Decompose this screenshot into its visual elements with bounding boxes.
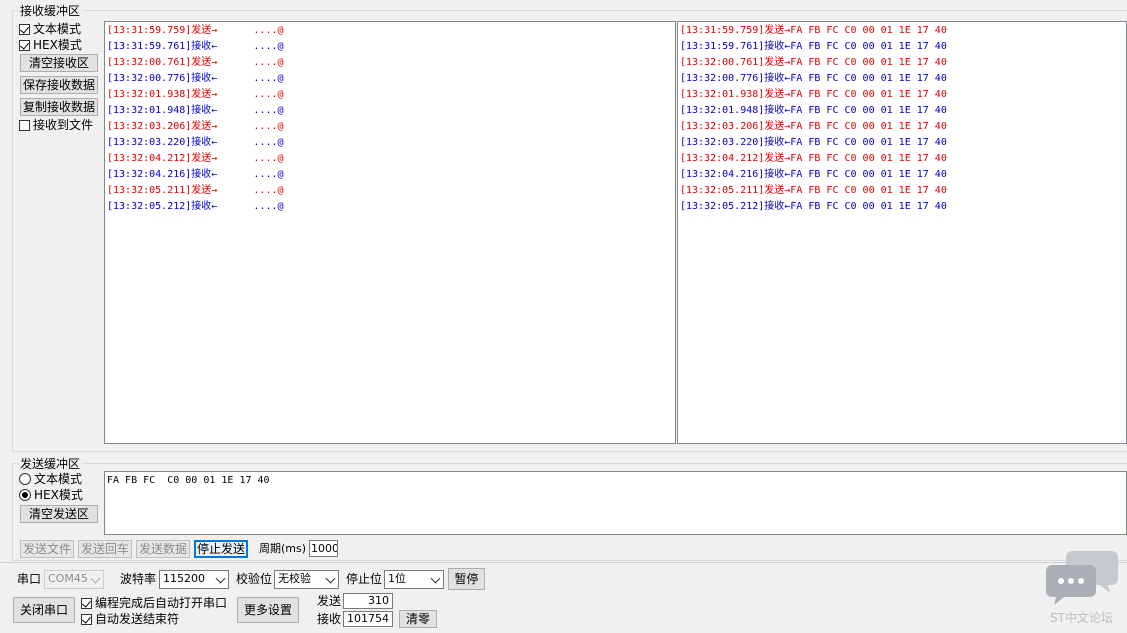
receive-hex-log-line: [13:32:01.948]接收←FA FB FC C0 00 01 1E 17… xyxy=(680,105,947,116)
send-input-area[interactable]: FA FB FC C0 00 01 1E 17 40 xyxy=(104,471,1127,535)
more-settings-button[interactable]: 更多设置 xyxy=(237,597,299,623)
receive-hex-mode-label: HEX模式 xyxy=(33,38,82,52)
auto-end-checkbox[interactable]: 自动发送结束符 xyxy=(81,612,179,626)
receive-buffer-title: 接收缓冲区 xyxy=(18,4,83,18)
receive-to-file-checkbox[interactable]: 接收到文件 xyxy=(19,118,93,132)
checkbox-checked-icon xyxy=(19,23,30,35)
clear-count-button[interactable]: 清零 xyxy=(399,610,437,628)
receive-to-file-label: 接收到文件 xyxy=(33,118,94,132)
send-text-mode-radio[interactable]: 文本模式 xyxy=(19,472,82,486)
save-receive-data-button[interactable]: 保存接收数据 xyxy=(20,76,98,94)
receive-text-log-line: [13:32:00.761]发送→ ....@ xyxy=(107,57,284,68)
recv-count: 101754 xyxy=(343,611,393,627)
receive-text-log-line: [13:32:01.948]接收← ....@ xyxy=(107,105,284,116)
auto-open-checkbox[interactable]: 编程完成后自动打开串口 xyxy=(81,596,227,610)
parity-select[interactable]: 无校验 xyxy=(274,570,339,589)
receive-hex-log-line: [13:32:00.761]发送→FA FB FC C0 00 01 1E 17… xyxy=(680,57,947,68)
receive-hex-log-line: [13:32:03.220]接收←FA FB FC C0 00 01 1E 17… xyxy=(680,137,947,148)
receive-hex-log-line: [13:32:00.776]接收←FA FB FC C0 00 01 1E 17… xyxy=(680,73,947,84)
clear-receive-button[interactable]: 清空接收区 xyxy=(20,54,98,72)
receive-hex-log-line: [13:32:01.938]发送→FA FB FC C0 00 01 1E 17… xyxy=(680,89,947,100)
receive-hex-log-line: [13:32:05.212]接收←FA FB FC C0 00 01 1E 17… xyxy=(680,201,947,212)
auto-open-label: 编程完成后自动打开串口 xyxy=(95,596,228,610)
baud-label: 波特率 xyxy=(120,572,157,586)
port-label: 串口 xyxy=(17,572,42,586)
receive-hex-log-line: [13:31:59.761]接收←FA FB FC C0 00 01 1E 17… xyxy=(680,41,947,52)
receive-text-pane[interactable]: [13:31:59.759]发送→ ....@ [13:31:59.761]接收←… xyxy=(104,21,676,444)
stopbits-value: 1位 xyxy=(388,572,406,585)
receive-hex-pane[interactable]: [13:31:59.759]发送→FA FB FC C0 00 01 1E 17… xyxy=(677,21,1127,444)
send-input-content: FA FB FC C0 00 01 1E 17 40 xyxy=(107,475,270,486)
chevron-down-icon xyxy=(215,573,226,584)
checkbox-checked-icon xyxy=(81,613,92,625)
checkbox-checked-icon xyxy=(81,597,92,609)
chevron-down-icon xyxy=(90,573,101,584)
send-hex-mode-radio[interactable]: HEX模式 xyxy=(19,488,83,502)
receive-hex-log-line: [13:32:04.212]发送→FA FB FC C0 00 01 1E 17… xyxy=(680,153,947,164)
receive-hex-log-line: [13:32:03.206]发送→FA FB FC C0 00 01 1E 17… xyxy=(680,121,947,132)
checkbox-unchecked-icon xyxy=(19,119,30,131)
chevron-down-icon xyxy=(325,573,336,584)
radio-selected-icon xyxy=(19,489,31,501)
receive-hex-mode-checkbox[interactable]: HEX模式 xyxy=(19,38,82,52)
close-port-button[interactable]: 关闭串口 xyxy=(13,597,75,623)
parity-label: 校验位 xyxy=(236,572,273,586)
sent-count: 310 xyxy=(343,593,393,609)
auto-end-label: 自动发送结束符 xyxy=(95,612,180,626)
receive-text-log-line: [13:32:01.938]发送→ ....@ xyxy=(107,89,284,100)
chevron-down-icon xyxy=(430,573,441,584)
divider xyxy=(0,562,1127,563)
receive-text-log-line: [13:32:05.212]接收← ....@ xyxy=(107,201,284,212)
receive-text-log-line: [13:32:04.212]发送→ ....@ xyxy=(107,153,284,164)
receive-hex-log-line: [13:31:59.759]发送→FA FB FC C0 00 01 1E 17… xyxy=(680,25,947,36)
period-label: 周期(ms) xyxy=(259,542,307,555)
receive-hex-log-line: [13:32:04.216]接收←FA FB FC C0 00 01 1E 17… xyxy=(680,169,947,180)
port-select[interactable]: COM45 xyxy=(44,570,104,589)
radio-unselected-icon xyxy=(19,473,31,485)
st-forum-logo xyxy=(1046,549,1120,609)
receive-hex-log-line: [13:32:05.211]发送→FA FB FC C0 00 01 1E 17… xyxy=(680,185,947,196)
baud-select[interactable]: 115200 xyxy=(159,570,229,589)
receive-text-mode-label: 文本模式 xyxy=(33,22,82,36)
send-data-button[interactable]: 发送数据 xyxy=(136,540,190,558)
baud-value: 115200 xyxy=(163,572,205,585)
stop-send-button[interactable]: 停止发送 xyxy=(194,540,248,558)
copy-receive-data-button[interactable]: 复制接收数据 xyxy=(20,98,98,116)
recv-label: 接收 xyxy=(317,612,342,626)
send-file-button[interactable]: 发送文件 xyxy=(20,540,74,558)
receive-text-log-line: [13:32:05.211]发送→ ....@ xyxy=(107,185,284,196)
pause-button[interactable]: 暂停 xyxy=(448,568,485,590)
send-enter-button[interactable]: 发送回车 xyxy=(78,540,132,558)
sent-label: 发送 xyxy=(317,594,342,608)
parity-value: 无校验 xyxy=(278,572,311,585)
send-text-mode-label: 文本模式 xyxy=(34,472,83,486)
chat-bubble-icon xyxy=(1046,551,1118,605)
port-value: COM45 xyxy=(48,572,88,585)
receive-text-log-line: [13:32:04.216]接收← ....@ xyxy=(107,169,284,180)
period-input[interactable]: 1000 xyxy=(309,540,338,557)
clear-send-button[interactable]: 清空发送区 xyxy=(20,505,98,523)
stopbits-select[interactable]: 1位 xyxy=(384,570,444,589)
watermark-text: ST中文论坛 xyxy=(1050,611,1113,625)
send-buffer-title: 发送缓冲区 xyxy=(18,457,83,471)
receive-text-log-line: [13:32:03.220]接收← ....@ xyxy=(107,137,284,148)
checkbox-checked-icon xyxy=(19,39,30,51)
receive-text-log-line: [13:31:59.759]发送→ ....@ xyxy=(107,25,284,36)
stopbits-label: 停止位 xyxy=(346,572,383,586)
receive-text-log-line: [13:31:59.761]接收← ....@ xyxy=(107,41,284,52)
receive-text-log-line: [13:32:00.776]接收← ....@ xyxy=(107,73,284,84)
receive-text-log-line: [13:32:03.206]发送→ ....@ xyxy=(107,121,284,132)
receive-text-mode-checkbox[interactable]: 文本模式 xyxy=(19,22,81,36)
send-hex-mode-label: HEX模式 xyxy=(34,488,83,502)
